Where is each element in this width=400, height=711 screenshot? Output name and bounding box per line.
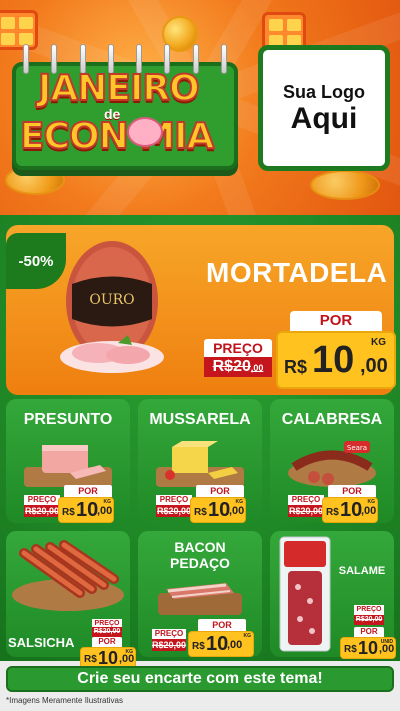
- old-price: R$20,00: [204, 357, 272, 377]
- product-card-calabresa[interactable]: CALABRESA Seara PREÇO R$20,00 POR R$ 10 …: [270, 399, 394, 523]
- product-name: SALAME: [338, 565, 386, 577]
- product-name: PRESUNTO: [23, 411, 113, 428]
- price-integer: 10: [76, 499, 99, 521]
- discount-badge: -50%: [6, 233, 66, 289]
- product-card-salsicha[interactable]: SALSICHA PREÇO R$20,00 POR R$ 10 ,00 KG: [6, 531, 136, 669]
- price-integer: 10: [312, 339, 355, 381]
- coin-icon: [310, 170, 380, 200]
- currency-symbol: R$: [194, 507, 207, 518]
- price-decimal: ,00: [97, 505, 113, 517]
- price-integer: 10: [208, 499, 231, 521]
- piggy-bank-icon: [127, 117, 163, 147]
- currency-symbol: R$: [284, 357, 308, 377]
- preco-label: PREÇO: [354, 605, 384, 615]
- footer-disclaimer: *Imagens Meramente Ilustrativas: [6, 696, 123, 705]
- product-card-presunto[interactable]: PRESUNTO PREÇO R$20,00 POR R$ 10 ,00 KG: [6, 399, 130, 523]
- title-line-1: JANEIRO: [37, 67, 201, 110]
- price-box: R$ 10 ,00 KG: [276, 331, 396, 389]
- products-section: -50% OURO MORTADELA POR PREÇO R$20,00 R$…: [0, 215, 400, 669]
- price-unit: KG: [367, 499, 376, 505]
- price-unit: KG: [125, 649, 134, 655]
- preco-label: PREÇO: [152, 629, 186, 639]
- por-label: POR: [92, 637, 122, 647]
- mussarela-image: [156, 441, 244, 487]
- old-price-int: R$20: [212, 358, 251, 375]
- old-price: R$20,00: [92, 627, 122, 637]
- price-box: R$ 10 ,00 KG: [188, 631, 254, 657]
- logo-line-2: Aqui: [290, 101, 358, 135]
- price-decimal: ,00: [360, 355, 388, 377]
- product-card-salame[interactable]: SALAME PREÇO R$20,00 POR R$ 10 ,00 UNID: [270, 531, 396, 659]
- old-price-dec: ,00: [250, 363, 264, 373]
- por-label: POR: [196, 485, 244, 497]
- price-unit: KG: [103, 499, 112, 505]
- price-integer: 10: [358, 638, 379, 658]
- price-box: R$ 10 ,00 KG: [58, 497, 114, 523]
- mortadela-image: OURO: [60, 241, 164, 373]
- svg-text:OURO: OURO: [89, 292, 134, 308]
- price-integer: 10: [206, 633, 229, 655]
- preco-label: PREÇO: [288, 495, 324, 505]
- currency-symbol: R$: [192, 641, 205, 652]
- por-label: POR: [290, 311, 382, 331]
- price-unit: KG: [243, 633, 252, 639]
- logo-line-1: Sua Logo: [283, 81, 365, 102]
- por-label: POR: [198, 619, 246, 631]
- preco-label: PREÇO: [204, 339, 272, 357]
- calabresa-image: Seara: [288, 441, 376, 487]
- price-integer: 10: [340, 499, 363, 521]
- create-flyer-banner[interactable]: Crie seu encarte com este tema!: [6, 666, 394, 692]
- price-unit: UNID: [380, 639, 393, 645]
- price-unit: KG: [371, 337, 386, 348]
- old-price: R$20,00: [152, 639, 187, 651]
- price-unit: KG: [235, 499, 244, 505]
- currency-symbol: R$: [326, 507, 339, 518]
- logo-placeholder: Sua Logo Aqui: [258, 45, 390, 171]
- por-label: POR: [328, 485, 376, 497]
- price-box: R$ 10 ,00 KG: [322, 497, 378, 523]
- price-decimal: ,00: [229, 505, 245, 517]
- product-name: BACON PEDAÇO: [170, 539, 230, 572]
- preco-label: PREÇO: [24, 495, 60, 505]
- hero-product-name: MORTADELA: [206, 257, 388, 288]
- currency-symbol: R$: [62, 507, 75, 518]
- old-price: R$20,00: [288, 505, 324, 517]
- por-label: POR: [64, 485, 112, 497]
- hero-card-mortadela[interactable]: -50% OURO MORTADELA POR PREÇO R$20,00 R$…: [6, 225, 396, 395]
- bacon-image: [158, 583, 242, 615]
- product-name: CALABRESA: [281, 411, 383, 428]
- old-price: R$20,00: [156, 505, 192, 517]
- product-card-mussarela[interactable]: MUSSARELA PREÇO R$20,00 POR R$ 10 ,00 KG: [138, 399, 262, 523]
- por-label: POR: [354, 627, 384, 637]
- price-box: R$ 10 ,00 KG: [190, 497, 246, 523]
- price-decimal: ,00: [227, 639, 243, 651]
- preco-label: PREÇO: [156, 495, 192, 505]
- currency-symbol: R$: [344, 644, 357, 655]
- salsicha-image: [12, 540, 124, 611]
- title-line-2: ECON MIA: [19, 115, 215, 158]
- header-banner: JANEIRO de ECON MIA Sua Logo Aqui: [0, 0, 400, 215]
- salame-image: [279, 536, 331, 652]
- currency-symbol: R$: [84, 654, 97, 665]
- old-price: R$20,00: [354, 615, 384, 625]
- old-price: R$20,00: [24, 505, 60, 517]
- product-name: SALSICHA: [8, 635, 75, 650]
- product-name: MUSSARELA: [149, 411, 251, 428]
- price-decimal: ,00: [361, 505, 377, 517]
- presunto-image: [24, 445, 112, 487]
- product-card-bacon[interactable]: BACON PEDAÇO PREÇO R$20,00 POR R$ 10 ,00…: [138, 531, 262, 657]
- price-box: R$ 10 ,00 UNID: [340, 637, 396, 659]
- svg-text:Seara: Seara: [347, 444, 367, 452]
